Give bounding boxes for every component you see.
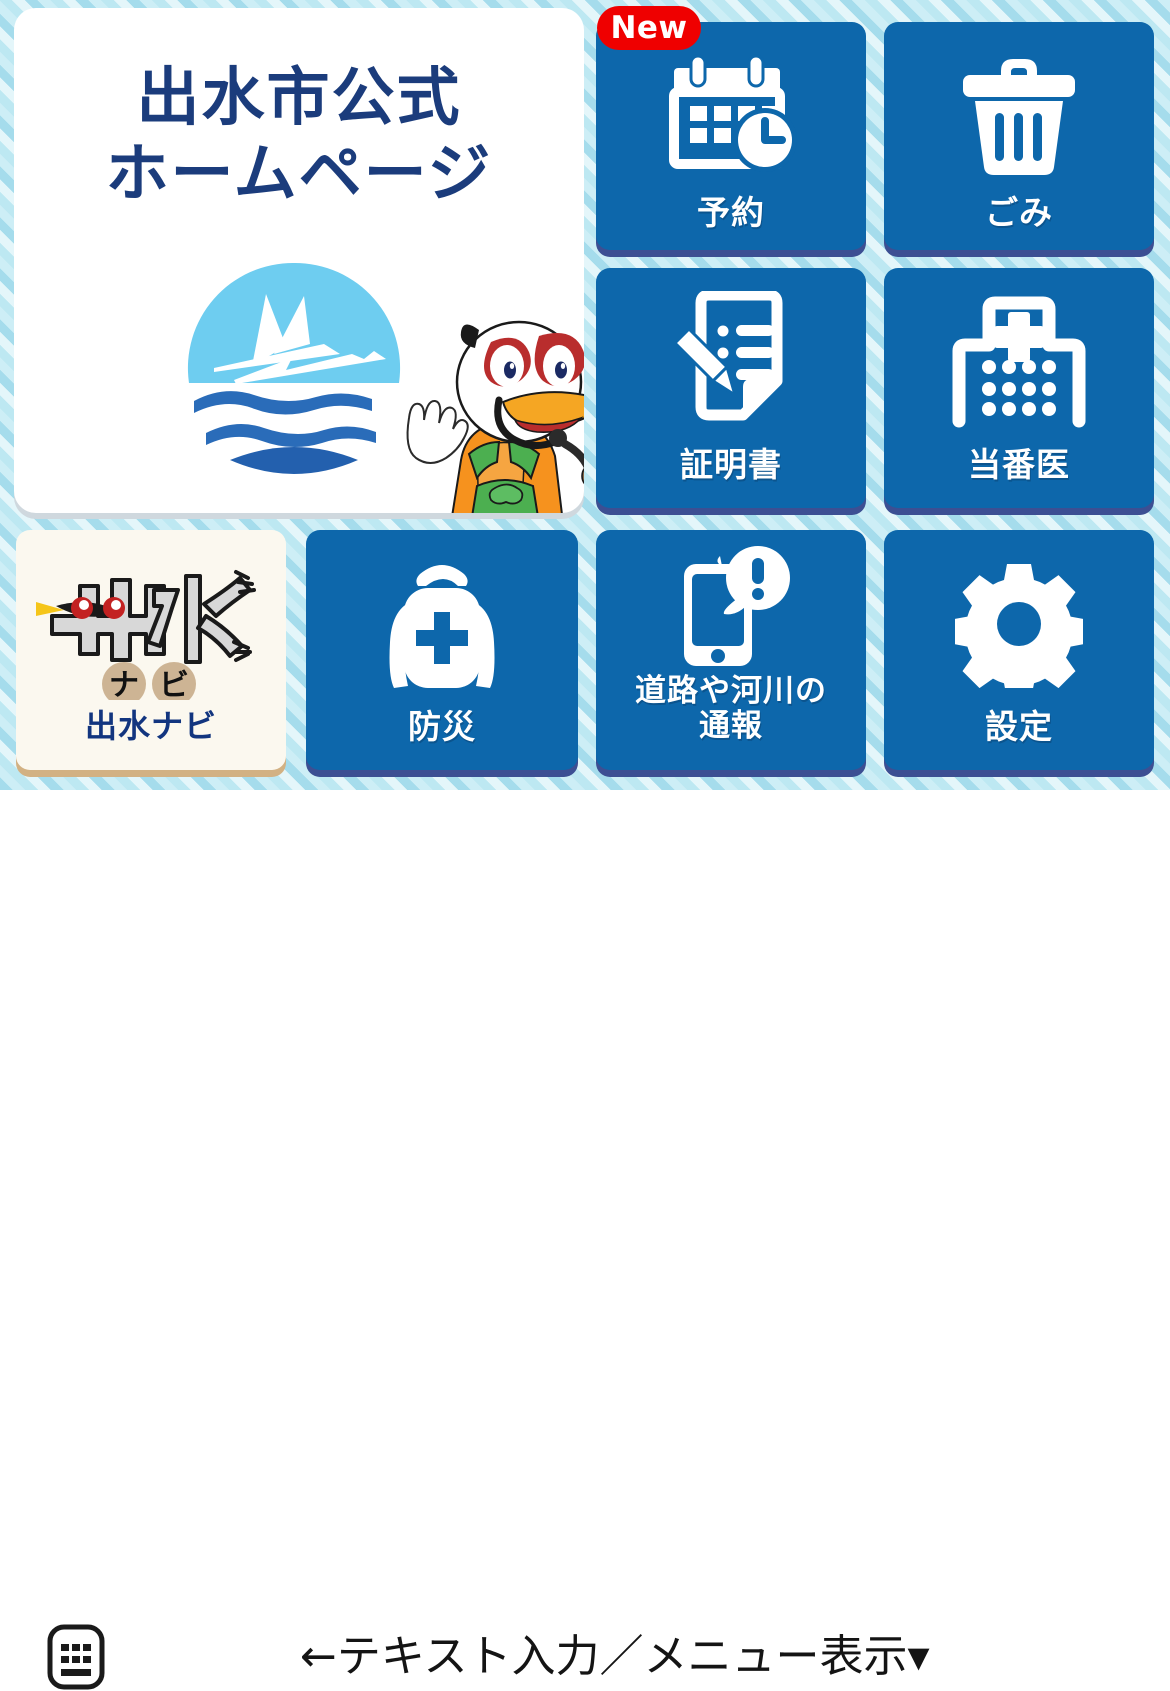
tile-certificate[interactable]: 証明書	[596, 268, 866, 508]
site-header-card[interactable]: 出水市公式 ホームページ	[14, 8, 584, 513]
new-badge: New	[597, 6, 701, 50]
tile-settings[interactable]: 設定	[884, 530, 1154, 770]
svg-text:ビ: ビ	[159, 668, 189, 700]
svg-text:ナ: ナ	[109, 668, 139, 700]
page-title-line1: 出水市公式	[136, 61, 462, 134]
trash-can-icon	[884, 48, 1154, 178]
bottom-bar: ←テキスト入力／メニュー表示▾	[0, 790, 1170, 1690]
tile-certificate-label: 証明書	[680, 445, 782, 484]
tile-road-river-report-label-line2: 通報	[699, 708, 763, 744]
izumi-city-sailboat-logo	[187, 262, 401, 474]
gear-icon	[884, 554, 1154, 694]
page-title: 出水市公式 ホームページ	[14, 60, 584, 212]
app-root: 出水市公式 ホームページ New 予約 ごみ 証明書 当番医 ナ ビ 出水ナビ …	[0, 0, 1170, 1690]
emergency-backpack-icon	[306, 554, 578, 694]
tile-disaster-prevention[interactable]: 防災	[306, 530, 578, 770]
tile-road-river-report-label: 道路や河川の 通報	[596, 674, 866, 744]
calendar-clock-icon	[596, 50, 866, 180]
tile-road-river-report[interactable]: 道路や河川の 通報	[596, 530, 866, 770]
hospital-icon	[884, 292, 1154, 432]
keyboard-icon[interactable]	[42, 1623, 110, 1691]
tile-reservation-label: 予約	[697, 193, 765, 232]
tile-settings-label: 設定	[985, 707, 1053, 746]
rich-menu-panel: 出水市公式 ホームページ New 予約 ごみ 証明書 当番医 ナ ビ 出水ナビ …	[0, 0, 1170, 790]
ime-hint-text[interactable]: ←テキスト入力／メニュー表示▾	[300, 1623, 1000, 1691]
tile-reservation[interactable]: 予約	[596, 22, 866, 250]
page-title-line2: ホームページ	[105, 137, 493, 210]
izumi-crane-mascot	[406, 320, 584, 513]
tile-road-river-report-label-line1: 道路や河川の	[635, 673, 827, 709]
tile-disaster-prevention-label: 防災	[408, 707, 476, 746]
tile-izumi-navi[interactable]: ナ ビ 出水ナビ	[16, 530, 286, 770]
tile-duty-doctor-label: 当番医	[968, 445, 1070, 484]
izumi-navi-logo-icon: ナ ビ	[16, 550, 286, 700]
tile-duty-doctor[interactable]: 当番医	[884, 268, 1154, 508]
tile-izumi-navi-label: 出水ナビ	[84, 707, 217, 745]
new-badge-label: New	[610, 9, 688, 46]
smartphone-alert-icon	[596, 544, 866, 670]
document-pencil-icon	[596, 290, 866, 430]
tile-garbage[interactable]: ごみ	[884, 22, 1154, 250]
tile-garbage-label: ごみ	[985, 193, 1053, 232]
